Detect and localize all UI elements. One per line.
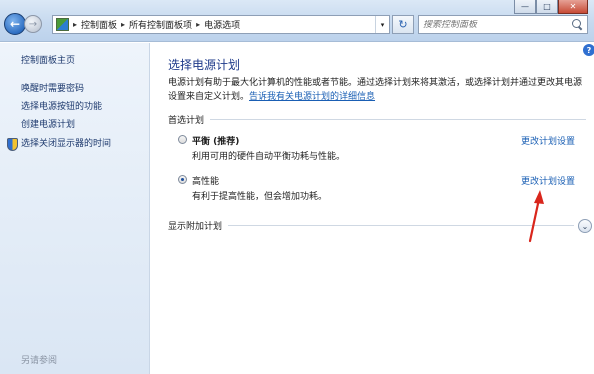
plan-description-balanced: 利用可用的硬件自动平衡功耗与性能。 — [192, 152, 346, 162]
window-controls: — □ ✕ — [514, 0, 588, 14]
radio-balanced[interactable] — [178, 135, 187, 144]
control-panel-icon — [56, 18, 69, 31]
search-icon[interactable] — [572, 19, 583, 30]
shield-icon — [7, 138, 18, 151]
section-divider — [228, 225, 574, 226]
preferred-plans-label: 首选计划 — [168, 116, 205, 126]
page-title: 选择电源计划 — [168, 58, 241, 72]
help-icon[interactable]: ? — [583, 44, 594, 56]
section-divider — [210, 119, 586, 120]
minimize-button[interactable]: — — [514, 0, 536, 14]
sidebar: 控制面板主页 唤醒时需要密码 选择电源按钮的功能 创建电源计划 选择关闭显示器的… — [0, 43, 150, 374]
breadcrumb-all-items[interactable]: 所有控制面板项 — [129, 18, 192, 31]
breadcrumb-control-panel[interactable]: 控制面板 — [81, 18, 117, 31]
radio-high-performance[interactable] — [178, 175, 187, 184]
annotation-arrow-head — [534, 190, 544, 204]
search-box[interactable] — [418, 15, 588, 34]
sidebar-link-wake-password[interactable]: 唤醒时需要密码 — [21, 81, 84, 94]
search-input[interactable] — [423, 19, 563, 30]
change-plan-settings-link-high-performance[interactable]: 更改计划设置 — [521, 174, 575, 187]
intro-text: 电源计划有助于最大化计算机的性能或者节能。通过选择计划来将其激活，或选择计划并通… — [168, 76, 586, 104]
maximize-button[interactable]: □ — [536, 0, 558, 14]
address-dropdown-button[interactable]: ▾ — [375, 16, 389, 33]
sidebar-link-create-plan[interactable]: 创建电源计划 — [21, 117, 75, 130]
change-plan-settings-link-balanced[interactable]: 更改计划设置 — [521, 134, 575, 147]
forward-button[interactable]: → — [24, 15, 42, 33]
refresh-button[interactable]: ↻ — [392, 15, 414, 34]
breadcrumb-power-options[interactable]: 电源选项 — [204, 18, 240, 31]
breadcrumb-separator[interactable]: ▸ — [196, 20, 200, 29]
sidebar-link-power-buttons[interactable]: 选择电源按钮的功能 — [21, 99, 102, 112]
close-button[interactable]: ✕ — [558, 0, 588, 14]
expand-chevron-icon[interactable]: ⌄ — [578, 219, 592, 233]
plan-name-balanced[interactable]: 平衡 (推荐) — [192, 134, 239, 147]
breadcrumb-separator[interactable]: ▸ — [121, 20, 125, 29]
plan-description-high-performance: 有利于提高性能，但会增加功耗。 — [192, 192, 328, 202]
plan-name-high-performance[interactable]: 高性能 — [192, 174, 219, 187]
show-additional-plans-label[interactable]: 显示附加计划 — [168, 219, 222, 232]
preferred-plans-section: 首选计划 — [168, 113, 586, 126]
see-also-heading: 另请参阅 — [21, 356, 58, 366]
sidebar-link-display-off-time[interactable]: 选择关闭显示器的时间 — [21, 136, 111, 149]
learn-more-link[interactable]: 告诉我有关电源计划的详细信息 — [249, 92, 375, 102]
additional-plans-section[interactable]: 显示附加计划 — [168, 219, 574, 232]
title-bar: — □ ✕ ← → ▸ 控制面板 ▸ 所有控制面板项 ▸ 电源选项 ▾ ↻ — [0, 0, 594, 42]
breadcrumb-separator: ▸ — [73, 20, 78, 29]
back-button[interactable]: ← — [4, 13, 26, 35]
address-bar[interactable]: ▸ 控制面板 ▸ 所有控制面板项 ▸ 电源选项 ▾ — [52, 15, 390, 34]
sidebar-link-home[interactable]: 控制面板主页 — [21, 53, 75, 66]
